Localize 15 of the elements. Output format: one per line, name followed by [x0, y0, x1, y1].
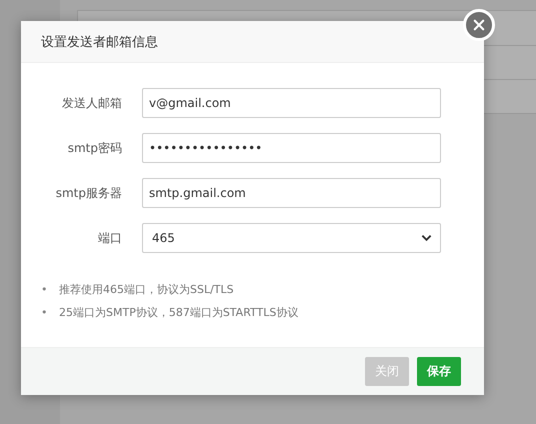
- field-label: smtp服务器: [54, 184, 122, 202]
- hint-text: 推荐使用465端口，协议为SSL/TLS: [59, 283, 234, 297]
- input-field[interactable]: smtp.gmail.com: [142, 178, 441, 208]
- close-icon: [472, 18, 486, 32]
- input-field[interactable]: v@gmail.com: [142, 88, 441, 118]
- bullet: •: [41, 283, 48, 297]
- hint-text: 25端口为SMTP协议，587端口为STARTTLS协议: [59, 306, 298, 320]
- field-label: smtp密码: [66, 140, 122, 156]
- port-select[interactable]: 465: [142, 223, 441, 253]
- dialog-title: 设置发送者邮箱信息: [41, 34, 158, 50]
- chevron-icon: [421, 234, 432, 242]
- bullet: •: [41, 306, 48, 320]
- field-label: 端口: [97, 230, 122, 246]
- field-label: 发送人邮箱: [61, 94, 122, 112]
- input-field[interactable]: ••••••••••••••••: [142, 133, 441, 163]
